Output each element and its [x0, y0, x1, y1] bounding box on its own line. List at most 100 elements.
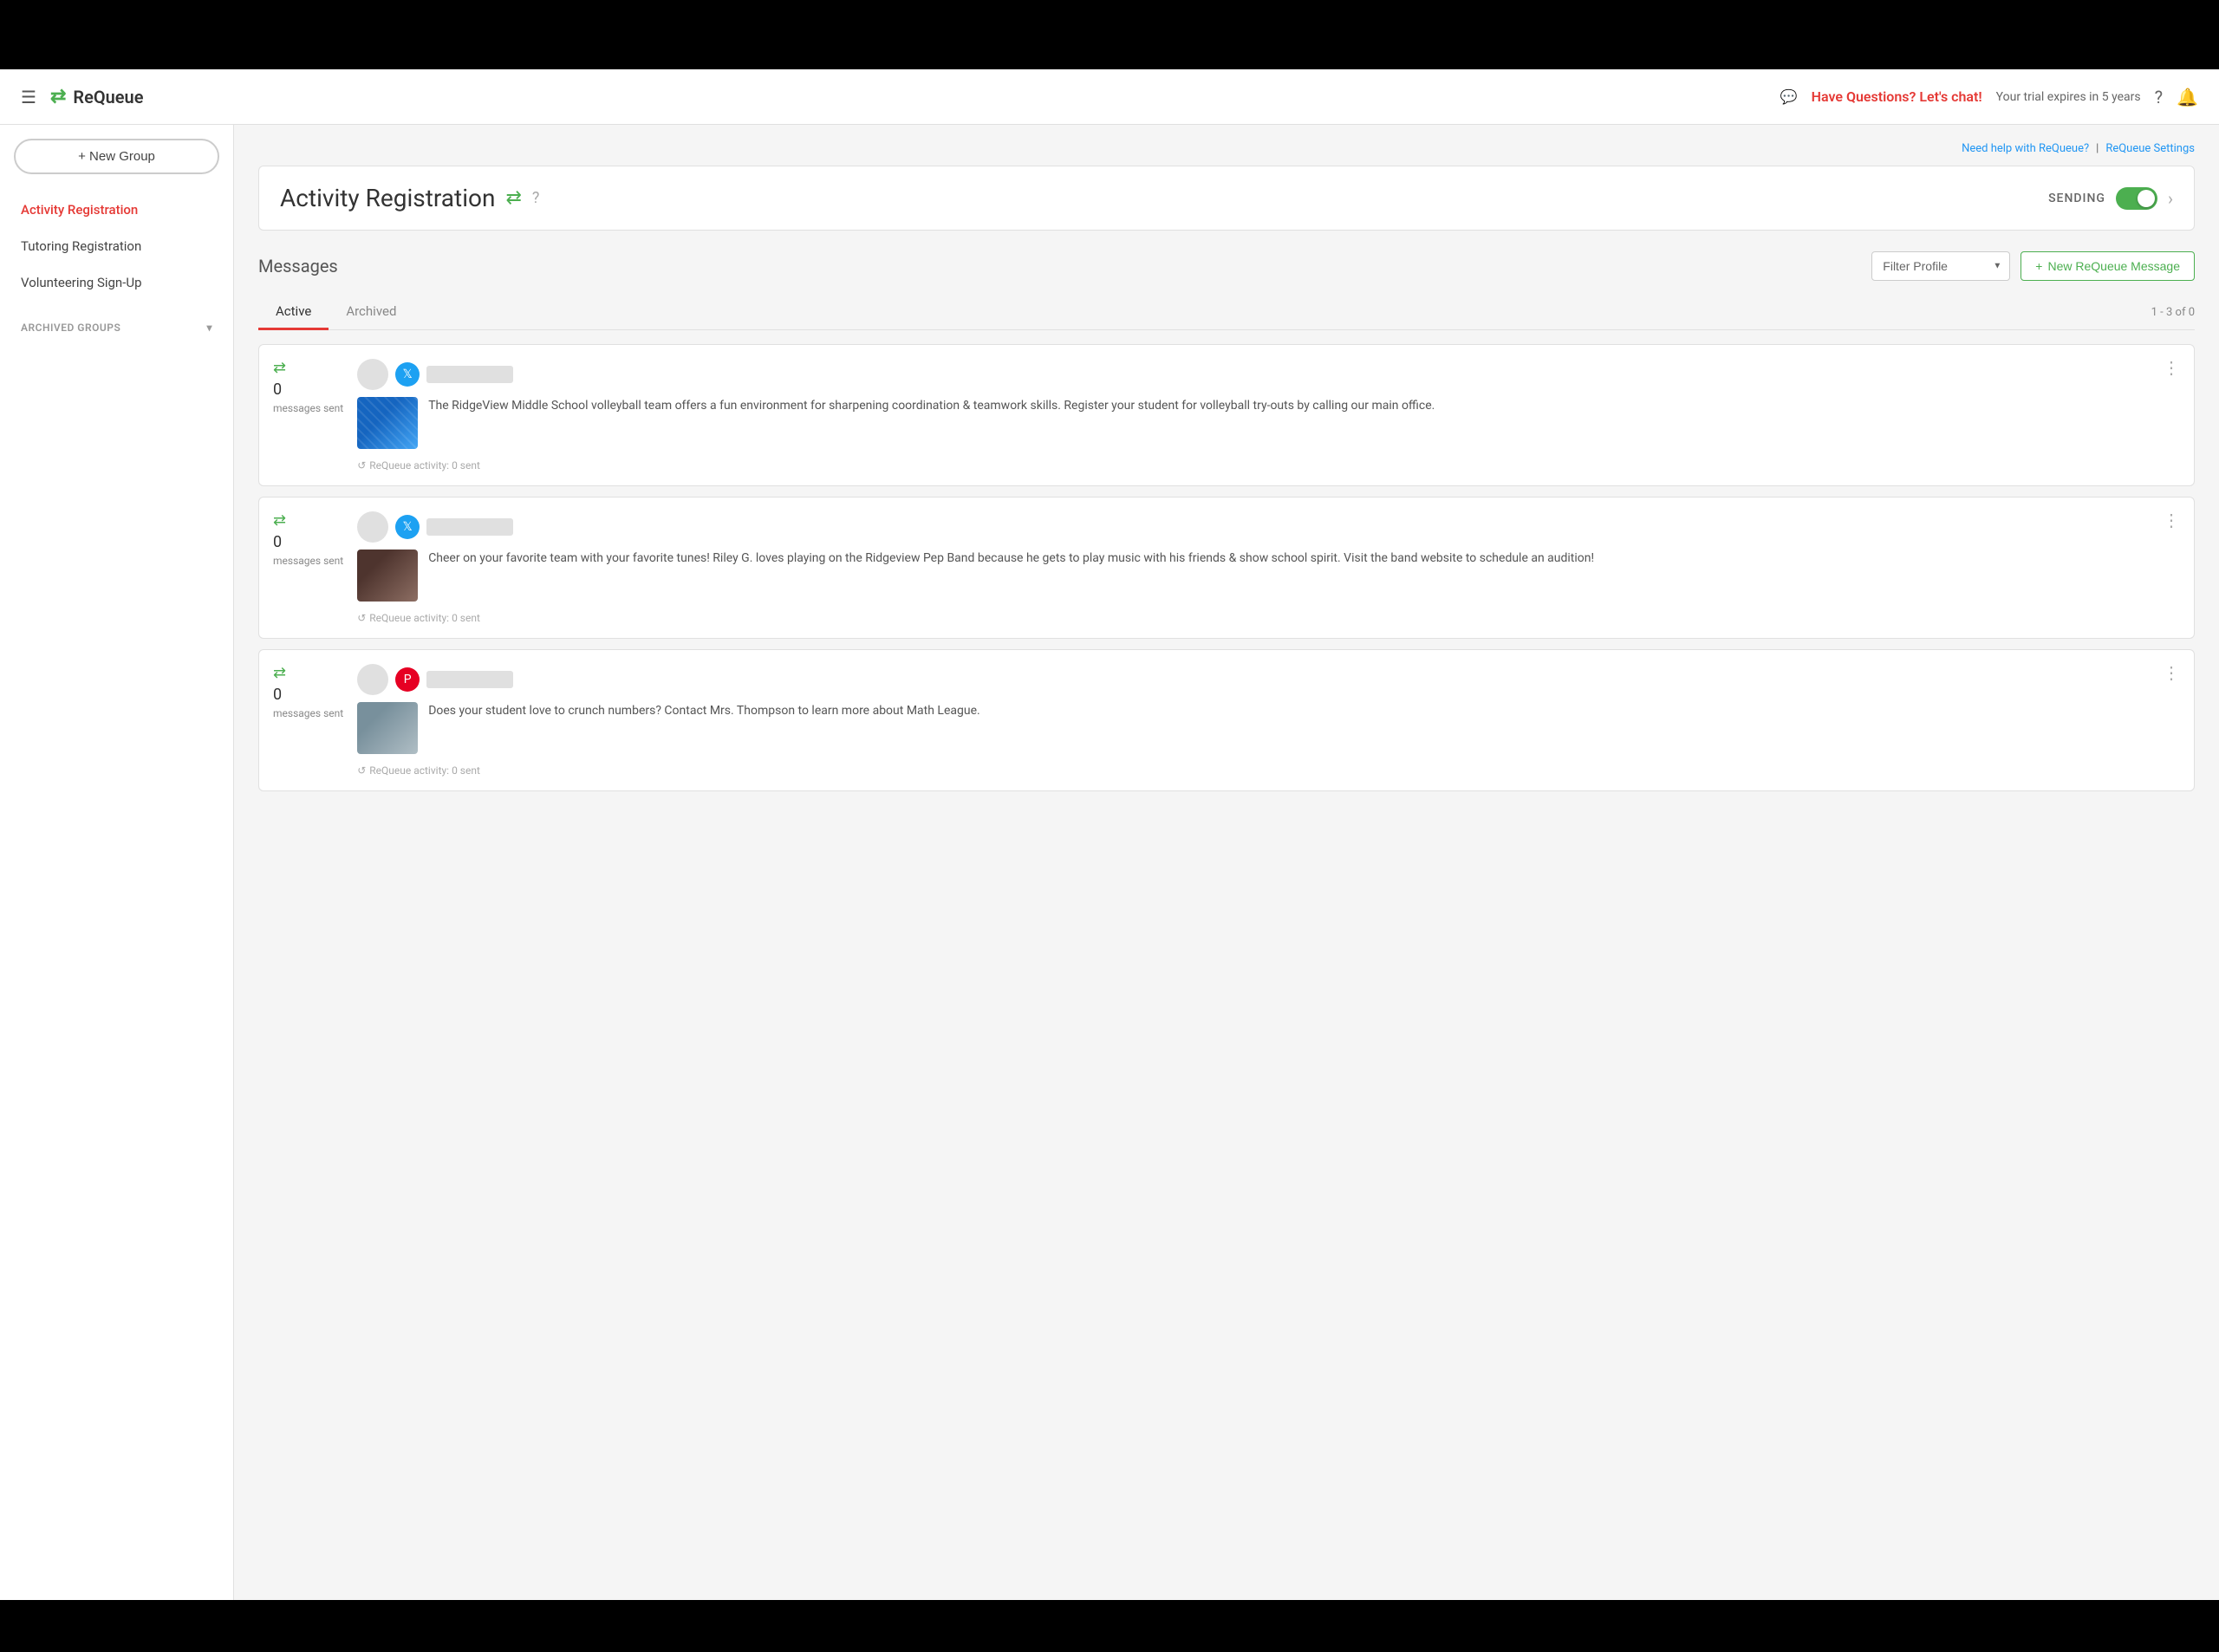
message-top: 𝕏	[357, 511, 2180, 543]
logo-text: ReQueue	[73, 87, 143, 107]
stat-number: 0	[273, 533, 282, 551]
pinterest-icon: P	[395, 667, 420, 692]
message-text: Does your student love to crunch numbers…	[428, 702, 980, 720]
bell-icon[interactable]: 🔔	[2177, 87, 2198, 107]
sidebar-item-volunteering-signup[interactable]: Volunteering Sign-Up	[14, 264, 219, 301]
account-bar	[426, 671, 513, 688]
header-left: ☰ ⇄ ReQueue	[21, 86, 143, 107]
message-content: 𝕏 The RidgeView Middle School volleyball…	[357, 359, 2180, 472]
stat-label: messages sent	[273, 555, 343, 567]
message-body: Cheer on your favorite team with your fa…	[357, 550, 2180, 602]
messages-controls: Filter Profile + New ReQueue Message	[1871, 251, 2195, 281]
stat-label: messages sent	[273, 402, 343, 414]
twitter-icon: 𝕏	[395, 362, 420, 387]
separator: |	[2096, 142, 2099, 155]
sending-toggle[interactable]	[2116, 187, 2157, 210]
tabs-row: Active Archived 1 - 3 of 0	[258, 295, 2195, 330]
message-stats: ⇄ 0 messages sent	[273, 511, 343, 567]
tabs: Active Archived	[258, 295, 413, 329]
message-top: 𝕏	[357, 359, 2180, 390]
message-text: Cheer on your favorite team with your fa…	[428, 550, 1594, 568]
account-bar	[426, 518, 513, 536]
shuffle-icon: ⇄	[273, 664, 286, 682]
sidebar-item-activity-registration[interactable]: Activity Registration	[14, 192, 219, 228]
more-options-icon[interactable]: ⋮	[2163, 359, 2180, 376]
help-requeue-link[interactable]: Need help with ReQueue?	[1962, 142, 2089, 155]
group-header-right: SENDING ›	[2048, 187, 2173, 210]
message-top: P	[357, 664, 2180, 695]
message-body: Does your student love to crunch numbers…	[357, 702, 2180, 754]
archived-groups-toggle[interactable]: ARCHIVED GROUPS ▾	[14, 311, 219, 344]
group-header-card: Activity Registration ⇄ ? SENDING ›	[258, 166, 2195, 231]
message-image	[357, 702, 418, 754]
group-chevron-right-icon[interactable]: ›	[2168, 188, 2173, 209]
chevron-down-icon: ▾	[206, 322, 212, 334]
message-stats: ⇄ 0 messages sent	[273, 664, 343, 719]
messages-title: Messages	[258, 256, 338, 276]
header-right: 💬 Have Questions? Let's chat! Your trial…	[1780, 87, 2198, 107]
message-image	[357, 397, 418, 449]
content-header-bar: Need help with ReQueue? | ReQueue Settin…	[258, 142, 2195, 155]
requeue-activity: ↺ ReQueue activity: 0 sent	[357, 459, 2180, 472]
stat-label: messages sent	[273, 707, 343, 719]
trial-text: Your trial expires in 5 years	[1996, 90, 2141, 104]
message-card: ⇄ 0 messages sent 𝕏 The RidgeView Middle…	[258, 344, 2195, 486]
message-text: The RidgeView Middle School volleyball t…	[428, 397, 1435, 415]
requeue-activity: ↺ ReQueue activity: 0 sent	[357, 612, 2180, 624]
activity-icon: ↺	[357, 764, 366, 777]
activity-text: ReQueue activity: 0 sent	[369, 459, 480, 472]
group-shuffle-icon[interactable]: ⇄	[505, 187, 521, 209]
activity-icon: ↺	[357, 612, 366, 624]
activity-text: ReQueue activity: 0 sent	[369, 612, 480, 624]
new-message-label: New ReQueue Message	[2047, 259, 2180, 273]
stat-number: 0	[273, 380, 282, 399]
shuffle-icon: ⇄	[273, 359, 286, 377]
filter-profile-wrapper: Filter Profile	[1871, 251, 2010, 281]
more-options-icon[interactable]: ⋮	[2163, 511, 2180, 529]
message-stats: ⇄ 0 messages sent	[273, 359, 343, 414]
twitter-icon: 𝕏	[395, 515, 420, 539]
hamburger-icon[interactable]: ☰	[21, 87, 36, 107]
new-message-button[interactable]: + New ReQueue Message	[2021, 251, 2195, 281]
message-body: The RidgeView Middle School volleyball t…	[357, 397, 2180, 449]
tab-archived[interactable]: Archived	[329, 295, 413, 330]
message-content: 𝕏 Cheer on your favorite team with your …	[357, 511, 2180, 624]
group-help-icon[interactable]: ?	[532, 189, 540, 207]
chat-link[interactable]: Have Questions? Let's chat!	[1812, 88, 1982, 105]
new-message-plus-icon: +	[2035, 259, 2042, 273]
group-title: Activity Registration	[280, 184, 495, 212]
toggle-knob	[2138, 190, 2155, 207]
logo-icon: ⇄	[50, 86, 66, 107]
new-group-button[interactable]: + New Group	[14, 139, 219, 174]
activity-icon: ↺	[357, 459, 366, 472]
sidebar-item-tutoring-registration[interactable]: Tutoring Registration	[14, 228, 219, 264]
account-bar	[426, 366, 513, 383]
sidebar: + New Group Activity Registration Tutori…	[0, 125, 234, 1600]
requeue-activity: ↺ ReQueue activity: 0 sent	[357, 764, 2180, 777]
main-layout: + New Group Activity Registration Tutori…	[0, 125, 2219, 1600]
message-card: ⇄ 0 messages sent 𝕏 Cheer on your favori…	[258, 497, 2195, 639]
help-icon[interactable]: ?	[2155, 87, 2163, 107]
requeue-settings-link[interactable]: ReQueue Settings	[2105, 142, 2195, 155]
avatar	[357, 359, 388, 390]
stat-number: 0	[273, 686, 282, 704]
filter-profile-select[interactable]: Filter Profile	[1871, 251, 2010, 281]
more-options-icon[interactable]: ⋮	[2163, 664, 2180, 681]
archived-groups-label: ARCHIVED GROUPS	[21, 322, 120, 334]
bottom-bar	[0, 1600, 2219, 1652]
activity-text: ReQueue activity: 0 sent	[369, 764, 480, 777]
message-card: ⇄ 0 messages sent P Does your student lo…	[258, 649, 2195, 791]
header: ☰ ⇄ ReQueue 💬 Have Questions? Let's chat…	[0, 69, 2219, 125]
logo: ⇄ ReQueue	[50, 86, 144, 107]
pagination-text: 1 - 3 of 0	[2151, 306, 2195, 319]
avatar	[357, 511, 388, 543]
sending-label: SENDING	[2048, 192, 2105, 205]
content-area: Need help with ReQueue? | ReQueue Settin…	[234, 125, 2219, 1600]
chat-icon: 💬	[1780, 88, 1798, 105]
group-title-area: Activity Registration ⇄ ?	[280, 184, 539, 212]
shuffle-icon: ⇄	[273, 511, 286, 530]
avatar	[357, 664, 388, 695]
message-image	[357, 550, 418, 602]
top-bar	[0, 0, 2219, 69]
tab-active[interactable]: Active	[258, 295, 329, 330]
